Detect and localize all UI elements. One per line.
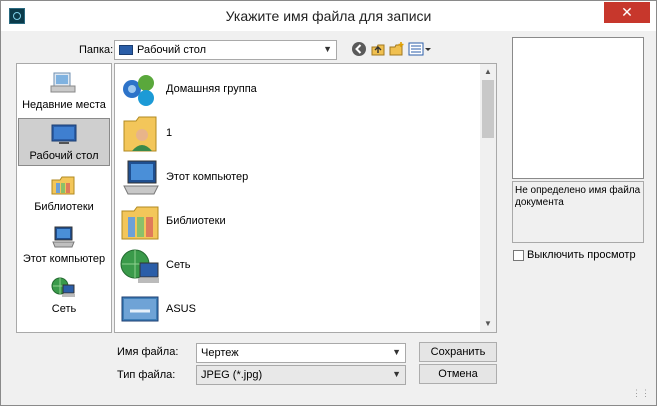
computer-icon bbox=[52, 226, 75, 248]
disable-preview-label: Выключить просмотр bbox=[527, 249, 636, 261]
chevron-down-icon[interactable]: ▼ bbox=[392, 347, 401, 357]
list-item-name: Библиотеки bbox=[166, 215, 226, 227]
place-desktop[interactable]: Рабочий стол bbox=[18, 118, 110, 166]
places-bar: Недавние места Рабочий стол Библиотеки Э… bbox=[16, 63, 112, 333]
desktop-icon bbox=[51, 124, 77, 144]
homegroup-icon bbox=[123, 75, 154, 106]
list-item-name: ASUS bbox=[166, 303, 196, 315]
list-item[interactable]: 1 bbox=[120, 113, 480, 155]
filename-value: Чертеж bbox=[201, 347, 239, 359]
close-button[interactable]: ✕ bbox=[604, 2, 650, 23]
cancel-button[interactable]: Отмена bbox=[419, 364, 497, 384]
desktop-mini-icon bbox=[119, 45, 133, 55]
network-icon bbox=[120, 249, 159, 283]
list-item-name: 1 bbox=[166, 127, 173, 139]
disable-preview-checkbox[interactable] bbox=[513, 250, 524, 261]
list-item[interactable]: Домашняя группа bbox=[120, 69, 480, 111]
place-network[interactable]: Сеть bbox=[18, 272, 110, 320]
list-item[interactable]: Этот компьютер bbox=[120, 157, 480, 199]
file-list[interactable]: Домашняя группа 1 Этот компьютер Библиот… bbox=[114, 63, 497, 333]
scroll-up-icon[interactable]: ▲ bbox=[480, 64, 496, 80]
scroll-thumb[interactable] bbox=[482, 80, 494, 138]
list-item[interactable]: Библиотеки bbox=[120, 201, 480, 243]
folder-select[interactable]: Рабочий стол ▼ bbox=[114, 40, 337, 60]
list-item[interactable]: Сеть bbox=[120, 245, 480, 287]
place-label: Сеть bbox=[51, 303, 77, 315]
list-item-name: Домашняя группа bbox=[166, 83, 257, 95]
place-recent[interactable]: Недавние места bbox=[18, 68, 110, 116]
folder-select-value: Рабочий стол bbox=[137, 44, 207, 56]
new-folder-icon[interactable] bbox=[389, 41, 405, 57]
view-menu-icon[interactable] bbox=[408, 41, 432, 57]
filetype-select[interactable]: JPEG (*.jpg) ▼ bbox=[196, 365, 406, 385]
chevron-down-icon[interactable]: ▼ bbox=[323, 44, 332, 54]
window-title: Укажите имя файла для записи bbox=[225, 8, 432, 24]
list-item-name: Сеть bbox=[166, 259, 191, 271]
file-list-scrollbar[interactable]: ▲ ▼ bbox=[480, 64, 496, 332]
place-label: Недавние места bbox=[22, 99, 106, 111]
up-folder-icon[interactable] bbox=[370, 41, 386, 57]
scroll-down-icon[interactable]: ▼ bbox=[480, 316, 496, 332]
list-item[interactable]: ASUS bbox=[120, 289, 480, 331]
filetype-value: JPEG (*.jpg) bbox=[201, 369, 263, 381]
list-item-name: Этот компьютер bbox=[166, 171, 249, 183]
place-label: Рабочий стол bbox=[29, 150, 99, 162]
filename-label: Имя файла: bbox=[117, 346, 179, 358]
user-folder-icon bbox=[123, 116, 157, 152]
libraries-icon bbox=[121, 206, 159, 240]
place-label: Библиотеки bbox=[34, 201, 94, 213]
filename-input[interactable]: Чертеж ▼ bbox=[196, 343, 406, 363]
place-label: Этот компьютер bbox=[22, 253, 106, 265]
libraries-icon bbox=[51, 176, 75, 195]
chevron-down-icon[interactable]: ▼ bbox=[392, 369, 401, 379]
recent-places-icon bbox=[50, 72, 76, 93]
asus-icon bbox=[121, 296, 159, 322]
title-bar: Укажите имя файла для записи ✕ bbox=[1, 1, 656, 31]
save-file-dialog: Укажите имя файла для записи ✕ Папка: Ра… bbox=[0, 0, 657, 406]
place-libraries[interactable]: Библиотеки bbox=[18, 170, 110, 218]
folder-label: Папка: bbox=[79, 44, 114, 56]
resize-grip-icon[interactable]: ⋮⋮ bbox=[632, 388, 650, 399]
save-button[interactable]: Сохранить bbox=[419, 342, 497, 362]
computer-icon bbox=[123, 160, 159, 195]
back-icon[interactable] bbox=[351, 41, 367, 57]
network-icon bbox=[51, 277, 75, 297]
preview-pane bbox=[512, 37, 644, 179]
filetype-label: Тип файла: bbox=[117, 369, 176, 381]
place-computer[interactable]: Этот компьютер bbox=[18, 222, 110, 270]
preview-info-text: Не определено имя файла документа bbox=[512, 181, 644, 243]
